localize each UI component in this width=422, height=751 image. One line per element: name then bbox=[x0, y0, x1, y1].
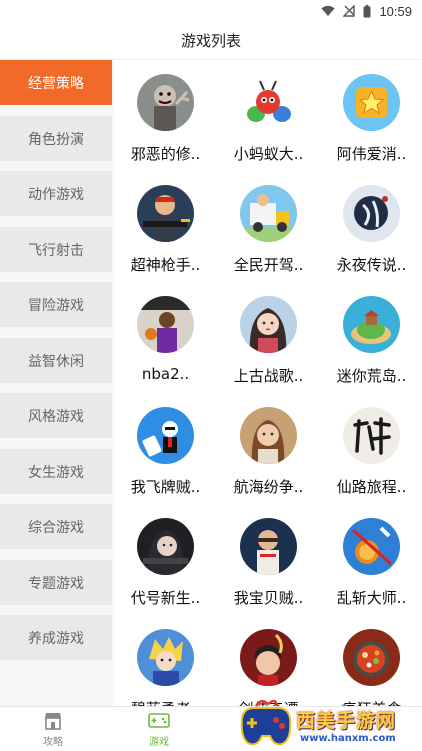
tab-games[interactable]: 游戏 bbox=[106, 707, 212, 751]
category-sidebar: 经营策略 角色扮演 动作游戏 飞行射击 冒险游戏 益智休闲 风格游戏 女生游戏 … bbox=[0, 60, 114, 706]
game-name: 我宝贝贼.. bbox=[233, 589, 304, 607]
game-name: nba2.. bbox=[141, 365, 190, 383]
game-name: 永夜传说.. bbox=[336, 256, 407, 274]
tab-guide[interactable]: 攻略 bbox=[0, 707, 106, 751]
game-name: 小蚂蚁大.. bbox=[233, 145, 304, 163]
thief-icon bbox=[240, 518, 297, 575]
gamepad-logo-icon bbox=[240, 700, 292, 746]
title-bar: 游戏列表 bbox=[0, 22, 422, 60]
wifi-icon bbox=[321, 5, 335, 16]
category-item-role-playing[interactable]: 角色扮演 bbox=[0, 116, 112, 161]
category-item-puzzle-casual[interactable]: 益智休闲 bbox=[0, 338, 112, 383]
sailor-girl-icon bbox=[240, 407, 297, 464]
gunner-icon bbox=[137, 185, 194, 242]
game-item[interactable]: 剑侠奇谭 bbox=[217, 615, 320, 706]
game-item[interactable]: 碧蓝勇者.. bbox=[114, 615, 217, 706]
game-name: 邪恶的修.. bbox=[130, 145, 201, 163]
game-item[interactable]: 乱斩大师.. bbox=[320, 504, 422, 615]
game-item[interactable]: 邪恶的修.. bbox=[114, 60, 217, 171]
moon-night-icon bbox=[343, 185, 400, 242]
shop-icon bbox=[45, 712, 61, 730]
game-item[interactable]: 航海纷争.. bbox=[217, 393, 320, 504]
game-name: 乱斩大师.. bbox=[336, 589, 407, 607]
card-thief-icon bbox=[137, 407, 194, 464]
category-item-girls[interactable]: 女生游戏 bbox=[0, 449, 112, 494]
truck-icon bbox=[240, 185, 297, 242]
category-item-general[interactable]: 综合游戏 bbox=[0, 504, 112, 549]
signal-icon bbox=[343, 5, 356, 17]
game-item[interactable]: 全民开驾.. bbox=[217, 171, 320, 282]
heroine-icon bbox=[240, 296, 297, 353]
game-name: 上古战歌.. bbox=[233, 367, 304, 385]
category-item-style[interactable]: 风格游戏 bbox=[0, 393, 112, 438]
game-item[interactable]: 我宝贝贼.. bbox=[217, 504, 320, 615]
category-item-action[interactable]: 动作游戏 bbox=[0, 171, 112, 216]
page-title: 游戏列表 bbox=[180, 32, 241, 50]
hotpot-icon bbox=[343, 629, 400, 686]
ant-icon bbox=[240, 74, 297, 131]
island-icon bbox=[343, 296, 400, 353]
battery-icon bbox=[363, 4, 371, 17]
basketball-player-icon bbox=[137, 296, 194, 353]
category-item-nurturing[interactable]: 养成游戏 bbox=[0, 615, 112, 660]
game-name: 阿伟爱消.. bbox=[336, 145, 407, 163]
xianlu-calligraphy-icon bbox=[343, 407, 400, 464]
game-name: 我飞牌贼.. bbox=[130, 478, 201, 496]
game-name: 代号新生.. bbox=[130, 589, 201, 607]
game-name: 迷你荒岛.. bbox=[336, 367, 407, 385]
game-item[interactable]: 超神枪手.. bbox=[114, 171, 217, 282]
game-item[interactable]: 永夜传说.. bbox=[320, 171, 422, 282]
game-item[interactable]: 仙路旅程.. bbox=[320, 393, 422, 504]
game-item[interactable]: 迷你荒岛.. bbox=[320, 282, 422, 393]
watermark-logo-text: 西美手游网 bbox=[296, 710, 397, 732]
gamepad-icon bbox=[148, 712, 170, 728]
category-item-business-strategy[interactable]: 经营策略 bbox=[0, 60, 112, 105]
category-item-topics[interactable]: 专题游戏 bbox=[0, 560, 112, 605]
game-item[interactable]: 小蚂蚁大.. bbox=[217, 60, 320, 171]
status-bar: 10:59 bbox=[0, 0, 422, 22]
game-name: 航海纷争.. bbox=[233, 478, 304, 496]
game-item[interactable]: 阿伟爱消.. bbox=[320, 60, 422, 171]
watermark-logo: 西美手游网 www.hanxm.com bbox=[238, 700, 422, 751]
category-item-flight-shooting[interactable]: 飞行射击 bbox=[0, 227, 112, 272]
status-time: 10:59 bbox=[379, 3, 412, 19]
fruit-slash-icon bbox=[343, 518, 400, 575]
tab-label: 游戏 bbox=[149, 736, 169, 748]
category-item-adventure[interactable]: 冒险游戏 bbox=[0, 282, 112, 327]
game-item[interactable]: nba2.. bbox=[114, 282, 217, 393]
reborn-girl-icon bbox=[137, 518, 194, 575]
watermark-url: www.hanxm.com bbox=[300, 733, 396, 744]
game-grid: 邪恶的修.. 小蚂蚁大.. 阿伟爱消.. 超神枪手.. 全民开驾.. 永夜传说.… bbox=[114, 60, 422, 706]
game-item[interactable]: 上古战歌.. bbox=[217, 282, 320, 393]
game-item[interactable]: 疯狂美食 bbox=[320, 615, 422, 706]
game-name: 碧蓝勇者.. bbox=[114, 698, 217, 706]
game-name: 仙路旅程.. bbox=[336, 478, 407, 496]
zombie-icon bbox=[137, 74, 194, 131]
game-item[interactable]: 代号新生.. bbox=[114, 504, 217, 615]
hero-boy-icon bbox=[137, 629, 194, 686]
game-item[interactable]: 我飞牌贼.. bbox=[114, 393, 217, 504]
star-cube-icon bbox=[343, 74, 400, 131]
swordsman-icon bbox=[240, 629, 297, 686]
game-name: 超神枪手.. bbox=[130, 256, 201, 274]
game-name: 全民开驾.. bbox=[233, 256, 304, 274]
tab-label: 攻略 bbox=[43, 736, 63, 748]
